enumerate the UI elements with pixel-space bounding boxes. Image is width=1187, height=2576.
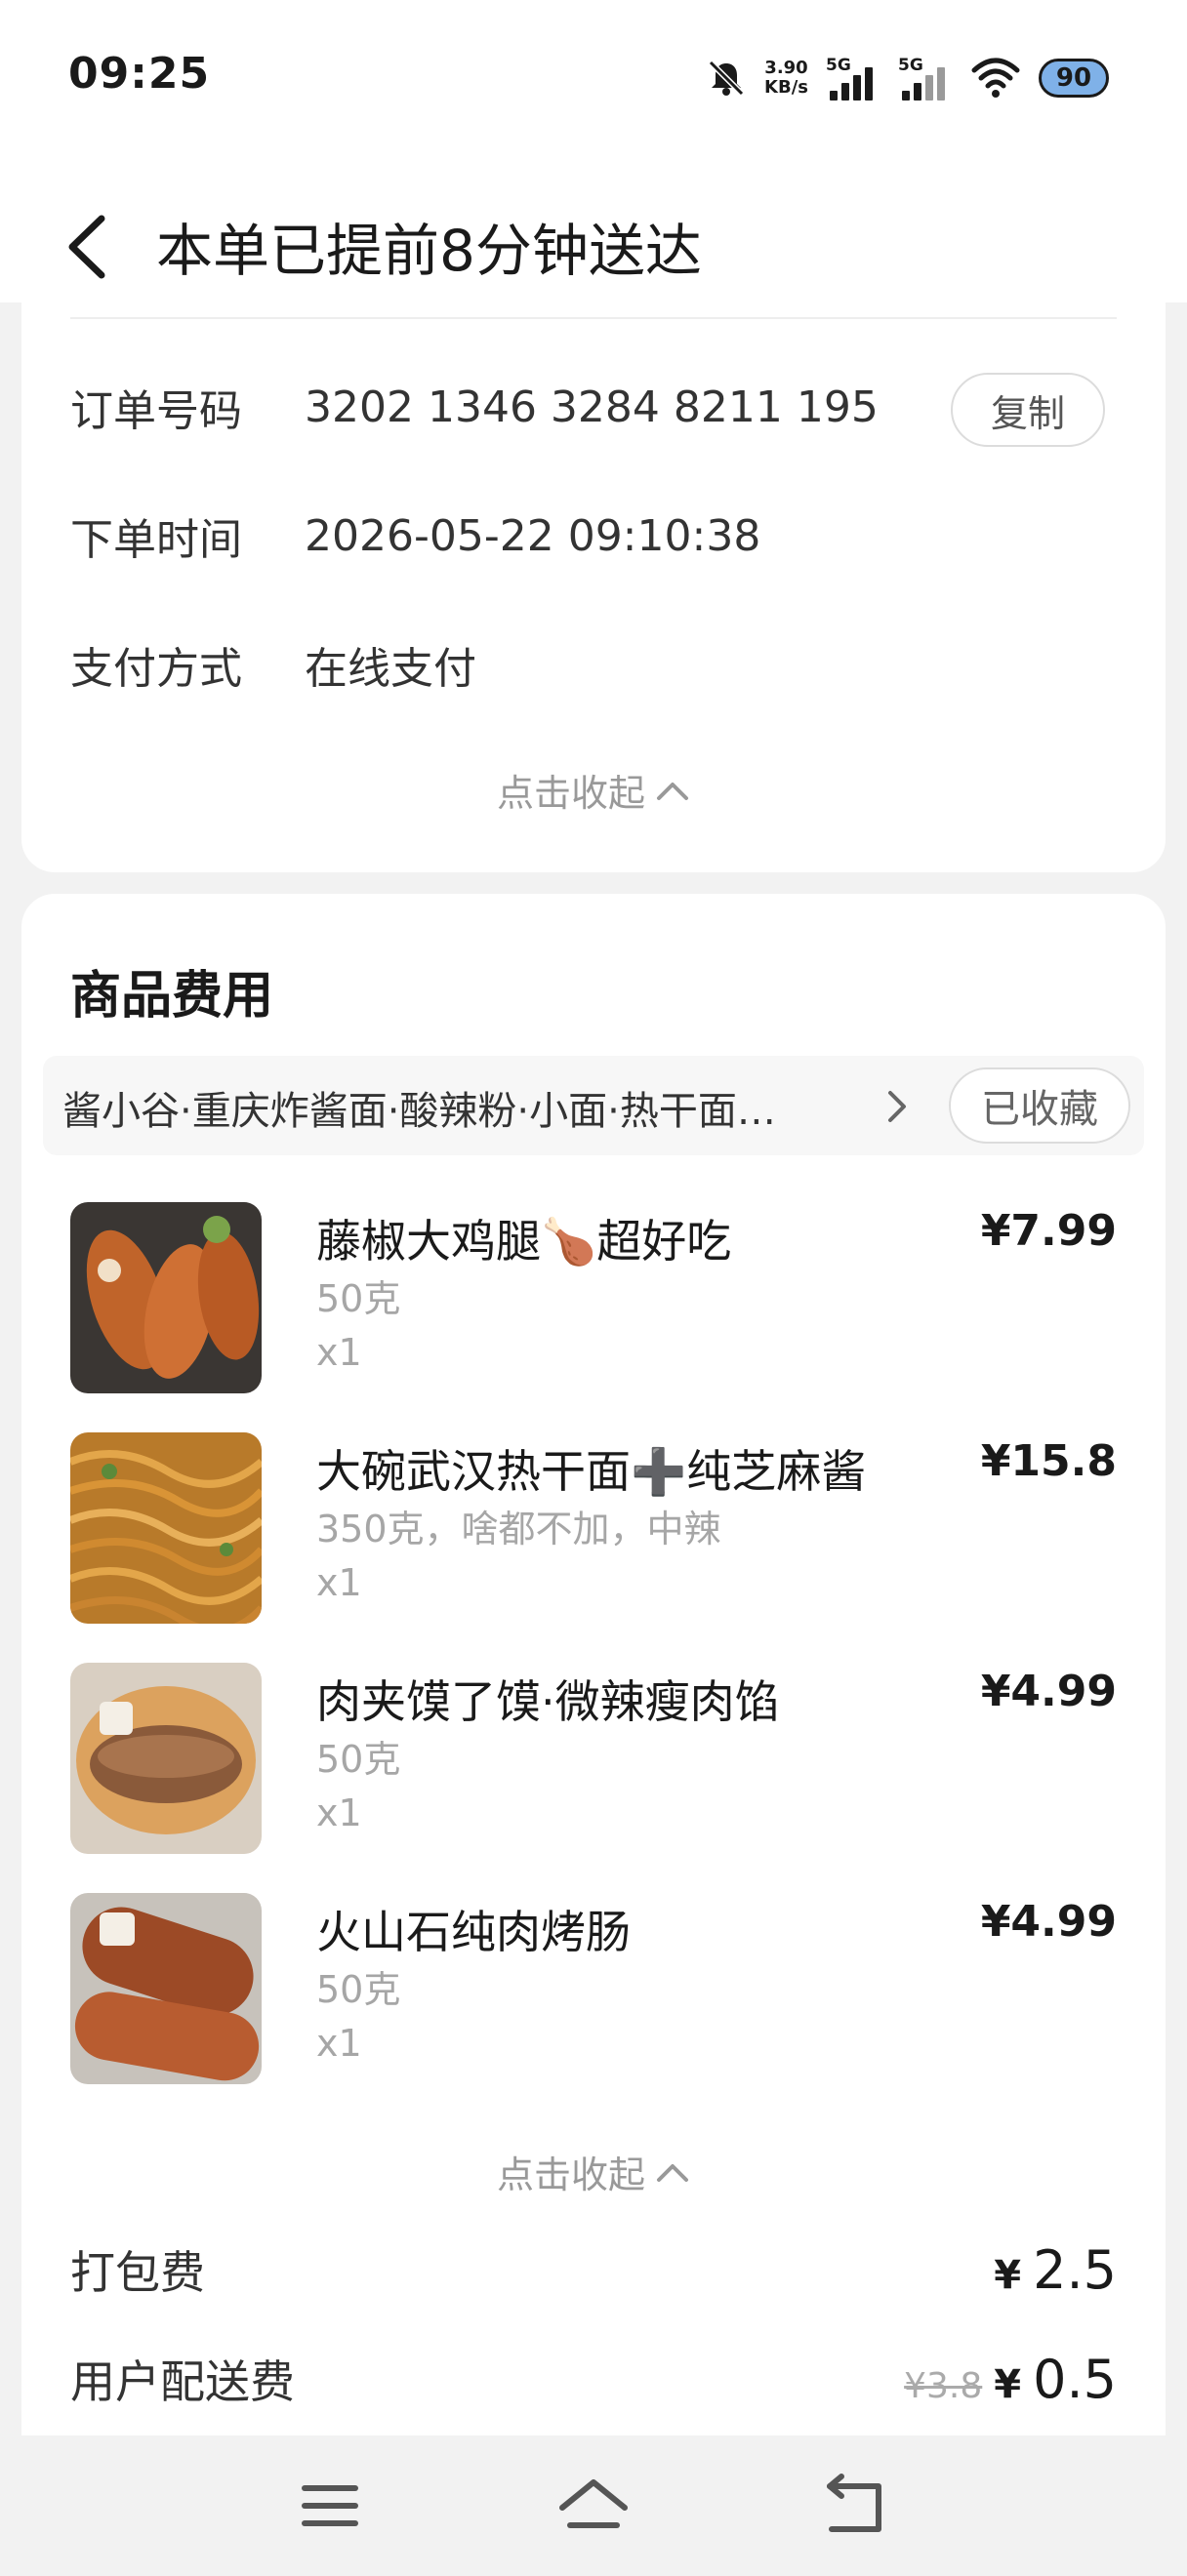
delivery-fee-amount: ¥3.8 ¥ 0.5 (904, 2349, 1117, 2410)
goods-fee-card: 商品费用 酱小谷·重庆炸酱面·酸辣粉·小面·热干面… 已收藏 藤椒大鸡腿🍗超好吃… (21, 894, 1166, 2435)
packing-fee-amount: ¥ 2.5 (994, 2239, 1117, 2301)
item-quantity: x1 (316, 1791, 362, 1834)
return-icon[interactable] (818, 2471, 896, 2541)
item-spec: 50克 (316, 1277, 401, 1320)
order-item[interactable]: 藤椒大鸡腿🍗超好吃 50克 x1 ¥7.99 (70, 1202, 1136, 1397)
section-title: 商品费用 (70, 967, 274, 1026)
packing-fee-row: 打包费 ¥ 2.5 (70, 2233, 1117, 2307)
item-name: 大碗武汉热干面➕纯芝麻酱 (316, 1445, 867, 1498)
page-header: 本单已提前8分钟送达 (0, 156, 1187, 302)
network-speed-unit: KB/s (764, 77, 808, 98)
order-number-row: 订单号码 3202 1346 3284 8211 195 复制 (70, 373, 1126, 447)
item-image (70, 1202, 262, 1393)
home-icon[interactable] (554, 2471, 633, 2541)
item-price: ¥4.99 (980, 1667, 1117, 1716)
network-speed: 3.90 KB/s (764, 59, 808, 98)
sim1-label: 5G (826, 56, 851, 75)
item-quantity: x1 (316, 1561, 362, 1604)
packing-fee-value: 2.5 (1033, 2238, 1117, 2301)
order-info-card: 订单号码 3202 1346 3284 8211 195 复制 下单时间 202… (21, 302, 1166, 872)
item-spec: 50克 (316, 1738, 401, 1781)
bell-off-icon (708, 60, 745, 97)
item-spec: 350克，啥都不加，中辣 (316, 1508, 721, 1550)
chevron-right-icon (888, 1091, 906, 1122)
order-time-label: 下单时间 (70, 515, 242, 565)
item-image (70, 1432, 262, 1624)
delivery-fee-original: ¥3.8 (904, 2365, 983, 2406)
order-time-value: 2026-05-22 09:10:38 (305, 510, 761, 561)
item-name: 藤椒大鸡腿🍗超好吃 (316, 1215, 732, 1268)
sim2-label: 5G (898, 56, 923, 75)
item-spec: 50克 (316, 1968, 401, 2011)
delivery-fee-label: 用户配送费 (70, 2355, 295, 2408)
chevron-up-icon (657, 782, 688, 800)
currency-symbol: ¥ (994, 2252, 1022, 2298)
status-icons: 3.90 KB/s 5G 5G 90 (706, 49, 1109, 107)
page-title: 本单已提前8分钟送达 (156, 218, 702, 284)
item-quantity: x1 (316, 2022, 362, 2065)
payment-method-row: 支付方式 在线支付 (70, 630, 1126, 699)
divider (70, 317, 1117, 319)
item-quantity: x1 (316, 1331, 362, 1374)
status-time: 09:25 (68, 49, 211, 99)
collapse-label: 点击收起 (496, 2153, 645, 2196)
status-bar: 09:25 3.90 KB/s 5G 5G 90 (0, 0, 1187, 156)
order-item[interactable]: 肉夹馍了馍·微辣瘦肉馅 50克 x1 ¥4.99 (70, 1663, 1136, 1858)
item-price: ¥4.99 (980, 1897, 1117, 1947)
item-price: ¥15.8 (980, 1436, 1117, 1486)
item-name: 肉夹馍了馍·微辣瘦肉馅 (316, 1675, 780, 1728)
wifi-icon (971, 58, 1020, 98)
shop-name[interactable]: 酱小谷·重庆炸酱面·酸辣粉·小面·热干面… (62, 1079, 776, 1136)
payment-method-value: 在线支付 (305, 644, 476, 694)
delivery-fee-value: 0.5 (1033, 2348, 1117, 2410)
item-image (70, 1663, 262, 1854)
item-price: ¥7.99 (980, 1206, 1117, 1256)
signal-sim2: 5G (898, 56, 953, 101)
system-nav-bar (0, 2435, 1187, 2576)
chevron-up-icon (657, 2163, 688, 2182)
shop-bar[interactable]: 酱小谷·重庆炸酱面·酸辣粉·小面·热干面… 已收藏 (43, 1056, 1144, 1155)
item-image (70, 1893, 262, 2084)
network-speed-value: 3.90 (764, 58, 808, 78)
delivery-fee-row: 用户配送费 ¥3.8 ¥ 0.5 (70, 2342, 1117, 2416)
back-arrow-icon[interactable] (59, 213, 117, 281)
order-number-value: 3202 1346 3284 8211 195 (305, 382, 879, 432)
payment-method-label: 支付方式 (70, 644, 242, 694)
signal-sim1: 5G (826, 56, 880, 101)
order-time-row: 下单时间 2026-05-22 09:10:38 (70, 502, 1126, 570)
order-item[interactable]: 大碗武汉热干面➕纯芝麻酱 350克，啥都不加，中辣 x1 ¥15.8 (70, 1432, 1136, 1628)
currency-symbol: ¥ (994, 2361, 1022, 2407)
menu-icon[interactable] (291, 2471, 369, 2541)
battery-indicator: 90 (1039, 59, 1109, 98)
item-name: 火山石纯肉烤肠 (316, 1906, 631, 1958)
collapse-order-info[interactable]: 点击收起 (21, 763, 1166, 817)
favorite-button[interactable]: 已收藏 (949, 1067, 1130, 1144)
order-number-label: 订单号码 (70, 386, 242, 436)
packing-fee-label: 打包费 (70, 2246, 205, 2299)
order-item[interactable]: 火山石纯肉烤肠 50克 x1 ¥4.99 (70, 1893, 1136, 2088)
copy-button[interactable]: 复制 (951, 373, 1105, 447)
collapse-items[interactable]: 点击收起 (21, 2145, 1166, 2198)
collapse-label: 点击收起 (496, 772, 645, 815)
